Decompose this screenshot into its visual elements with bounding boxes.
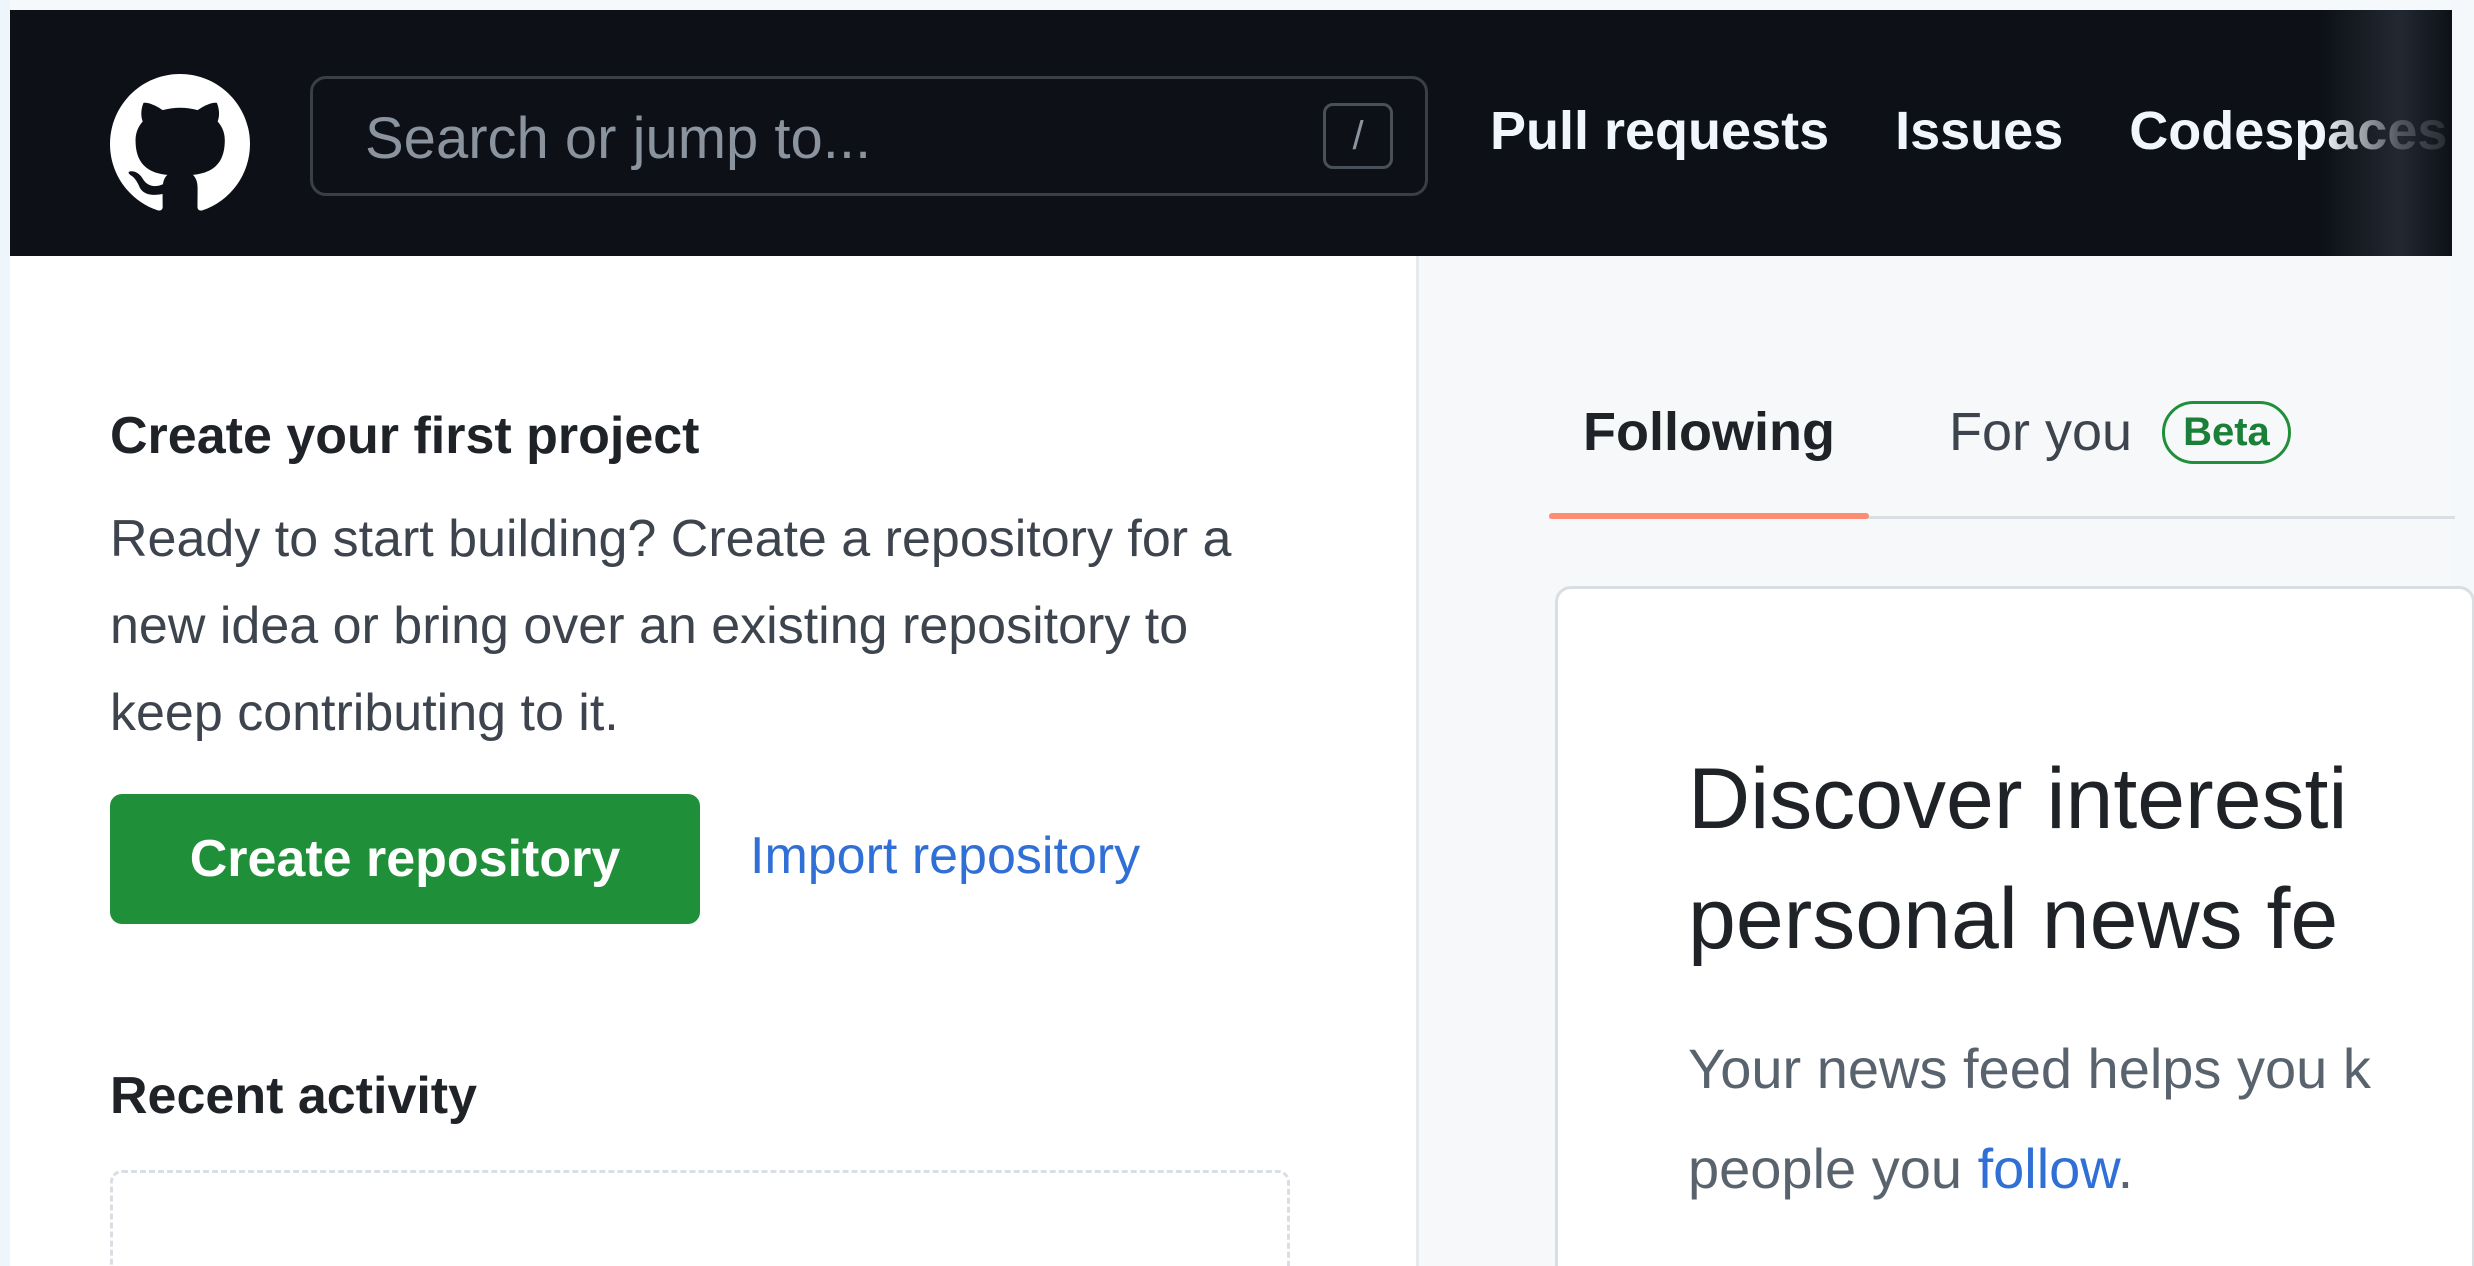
discover-card: Discover interesti personal news fe Your…: [1555, 586, 2474, 1266]
create-project-description: Ready to start building? Create a reposi…: [110, 510, 1232, 742]
header-edge-shade: [2322, 10, 2452, 256]
search-box[interactable]: /: [310, 76, 1428, 196]
screen: / Pull requests Issues Codespaces Create…: [0, 0, 2474, 1266]
nav-issues[interactable]: Issues: [1895, 100, 2063, 162]
top-header: / Pull requests Issues Codespaces: [10, 10, 2452, 256]
tab-for-you-label: For you: [1949, 402, 2133, 462]
discover-card-text: Your news feed helps you k people you fo…: [1688, 1019, 2472, 1219]
news-feed-panel: Following For you Beta Discover interest…: [1416, 256, 2474, 1266]
frame-border-left: [0, 0, 10, 1266]
create-project-heading: Create your first project: [110, 407, 700, 465]
tab-following[interactable]: Following: [1549, 386, 1869, 519]
feed-tabs: Following For you Beta: [1549, 386, 2455, 519]
import-repository-link[interactable]: Import repository: [750, 826, 1140, 886]
recent-activity-box: [110, 1170, 1290, 1266]
discover-heading-line1: Discover interesti: [1688, 751, 2348, 847]
discover-text-period: .: [2117, 1137, 2134, 1200]
search-shortcut-key: /: [1323, 103, 1393, 169]
follow-link[interactable]: follow: [1978, 1137, 2118, 1200]
tab-following-label: Following: [1583, 402, 1835, 462]
nav-pull-requests[interactable]: Pull requests: [1490, 100, 1829, 162]
frame-border-top: [0, 0, 2474, 10]
search-input[interactable]: [363, 97, 1267, 179]
recent-activity-heading: Recent activity: [110, 1067, 478, 1125]
discover-text-line1: Your news feed helps you k: [1688, 1037, 2371, 1100]
github-logo-icon[interactable]: [110, 74, 250, 214]
left-sidebar: Create your first project Ready to start…: [10, 256, 1416, 1266]
create-repository-button[interactable]: Create repository: [110, 794, 700, 924]
beta-badge: Beta: [2162, 400, 2291, 464]
discover-heading-line2: personal news fe: [1688, 871, 2339, 967]
tab-for-you[interactable]: For you Beta: [1949, 386, 2291, 478]
discover-text-line2: people you: [1688, 1137, 1978, 1200]
discover-card-heading: Discover interesti personal news fe: [1688, 739, 2472, 979]
top-nav: Pull requests Issues Codespaces: [1490, 100, 2447, 162]
